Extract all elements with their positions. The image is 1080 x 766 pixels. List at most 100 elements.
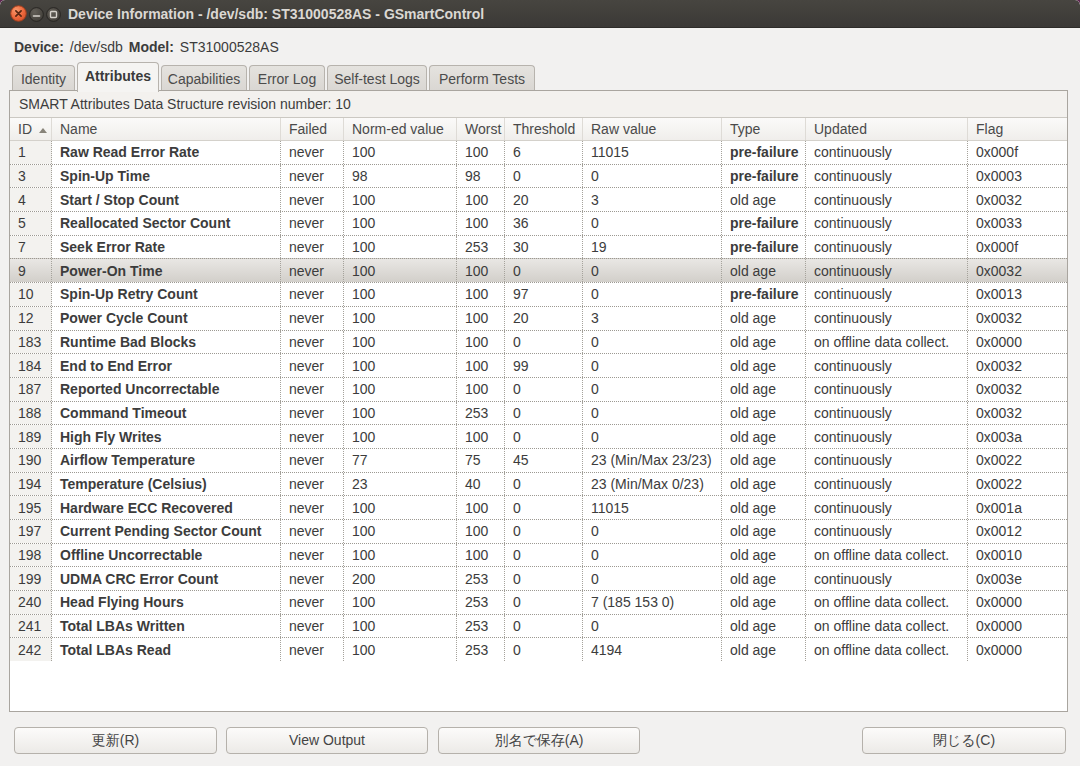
column-header-type[interactable]: Type (722, 118, 806, 140)
cell-flag: 0x0000 (968, 591, 1067, 614)
column-header-flag[interactable]: Flag (968, 118, 1067, 140)
column-header-threshold[interactable]: Threshold (505, 118, 583, 140)
cell-type: old age (722, 567, 806, 590)
cell-flag: 0x0033 (968, 212, 1067, 235)
column-header-updated[interactable]: Updated (806, 118, 968, 140)
cell-normed_value: 100 (344, 496, 457, 519)
cell-normed_value: 77 (344, 449, 457, 472)
attribute-row-187[interactable]: 187Reported Uncorrectablenever10010000ol… (10, 377, 1067, 401)
cell-name: High Fly Writes (52, 425, 281, 448)
cell-updated: on offline data collect. (806, 591, 968, 614)
attribute-row-1[interactable]: 1Raw Read Error Ratenever100100611015pre… (10, 141, 1067, 164)
attribute-row-190[interactable]: 190Airflow Temperaturenever77754523 (Min… (10, 448, 1067, 472)
close-window-icon[interactable] (10, 5, 27, 25)
cell-threshold: 0 (505, 259, 583, 282)
column-header-norm-ed-value[interactable]: Norm-ed value (344, 118, 457, 140)
cell-updated: continuously (806, 188, 968, 211)
cell-threshold: 20 (505, 307, 583, 330)
cell-type: old age (722, 188, 806, 211)
cell-failed: never (281, 354, 344, 377)
cell-flag: 0x0000 (968, 638, 1067, 661)
cell-normed_value: 100 (344, 402, 457, 425)
attribute-row-184[interactable]: 184End to End Errornever100100990old age… (10, 353, 1067, 377)
column-header-worst[interactable]: Worst (457, 118, 505, 140)
cell-flag: 0x001a (968, 496, 1067, 519)
cell-id: 241 (10, 615, 52, 638)
cell-worst: 253 (457, 591, 505, 614)
cell-worst: 100 (457, 354, 505, 377)
attribute-row-5[interactable]: 5Reallocated Sector Countnever100100360p… (10, 211, 1067, 235)
maximize-window-icon[interactable] (46, 7, 61, 25)
tab-perform-tests[interactable]: Perform Tests (429, 65, 535, 91)
cell-flag: 0x0032 (968, 354, 1067, 377)
column-header-id[interactable]: ID (10, 118, 52, 140)
cell-id: 195 (10, 496, 52, 519)
tab-error-log[interactable]: Error Log (249, 65, 325, 91)
cell-normed_value: 100 (344, 544, 457, 567)
attribute-row-10[interactable]: 10Spin-Up Retry Countnever100100970pre-f… (10, 282, 1067, 306)
cell-raw_value: 0 (583, 165, 722, 188)
close-button[interactable]: 閉じる(C) (862, 727, 1066, 754)
save-as-button[interactable]: 別名で保存(A) (438, 727, 640, 754)
cell-updated: continuously (806, 259, 968, 282)
table-header: IDNameFailedNorm-ed valueWorstThresholdR… (10, 117, 1067, 141)
attribute-row-183[interactable]: 183Runtime Bad Blocksnever10010000old ag… (10, 330, 1067, 354)
attribute-row-199[interactable]: 199UDMA CRC Error Countnever20025300old … (10, 566, 1067, 590)
view-output-button[interactable]: View Output (226, 727, 428, 754)
cell-updated: continuously (806, 236, 968, 259)
cell-threshold: 0 (505, 638, 583, 661)
cell-raw_value: 0 (583, 354, 722, 377)
attribute-row-241[interactable]: 241Total LBAs Writtennever10025300old ag… (10, 614, 1067, 638)
cell-name: Seek Error Rate (52, 236, 281, 259)
attribute-row-3[interactable]: 3Spin-Up Timenever989800pre-failureconti… (10, 164, 1067, 188)
refresh-button[interactable]: 更新(R) (14, 727, 217, 754)
cell-id: 12 (10, 307, 52, 330)
cell-name: UDMA CRC Error Count (52, 567, 281, 590)
cell-id: 187 (10, 378, 52, 401)
attribute-row-242[interactable]: 242Total LBAs Readnever10025304194old ag… (10, 637, 1067, 661)
cell-threshold: 99 (505, 354, 583, 377)
column-header-failed[interactable]: Failed (281, 118, 344, 140)
attribute-row-12[interactable]: 12Power Cycle Countnever100100203old age… (10, 306, 1067, 330)
minimize-window-icon[interactable] (29, 7, 44, 25)
cell-flag: 0x0013 (968, 283, 1067, 306)
cell-type: pre-failure (722, 212, 806, 235)
attribute-row-189[interactable]: 189High Fly Writesnever10010000old ageco… (10, 424, 1067, 448)
cell-normed_value: 100 (344, 212, 457, 235)
cell-type: pre-failure (722, 283, 806, 306)
column-header-name[interactable]: Name (52, 118, 281, 140)
cell-raw_value: 0 (583, 520, 722, 543)
cell-failed: never (281, 425, 344, 448)
cell-updated: continuously (806, 307, 968, 330)
attribute-row-9[interactable]: 9Power-On Timenever10010000old agecontin… (10, 258, 1067, 282)
cell-normed_value: 98 (344, 165, 457, 188)
tab-self-test-logs[interactable]: Self-test Logs (327, 65, 427, 91)
attribute-row-195[interactable]: 195Hardware ECC Recoverednever1001000110… (10, 495, 1067, 519)
cell-normed_value: 100 (344, 638, 457, 661)
tab-capabilities[interactable]: Capabilities (161, 65, 247, 91)
attribute-row-188[interactable]: 188Command Timeoutnever10025300old ageco… (10, 401, 1067, 425)
attribute-row-7[interactable]: 7Seek Error Ratenever1002533019pre-failu… (10, 235, 1067, 259)
attribute-row-4[interactable]: 4Start / Stop Countnever100100203old age… (10, 187, 1067, 211)
attribute-row-198[interactable]: 198Offline Uncorrectablenever10010000old… (10, 543, 1067, 567)
tab-identity[interactable]: Identity (12, 65, 75, 91)
cell-failed: never (281, 496, 344, 519)
cell-failed: never (281, 141, 344, 164)
cell-threshold: 36 (505, 212, 583, 235)
cell-failed: never (281, 212, 344, 235)
cell-threshold: 45 (505, 449, 583, 472)
column-header-raw-value[interactable]: Raw value (583, 118, 722, 140)
cell-type: pre-failure (722, 165, 806, 188)
cell-failed: never (281, 638, 344, 661)
cell-failed: never (281, 165, 344, 188)
cell-raw_value: 0 (583, 544, 722, 567)
window-title: Device Information - /dev/sdb: ST3100052… (68, 0, 484, 28)
cell-worst: 100 (457, 378, 505, 401)
tab-attributes[interactable]: Attributes (77, 62, 159, 92)
attribute-row-197[interactable]: 197Current Pending Sector Countnever1001… (10, 519, 1067, 543)
cell-threshold: 0 (505, 520, 583, 543)
cell-name: Power-On Time (52, 259, 281, 282)
cell-name: Spin-Up Time (52, 165, 281, 188)
attribute-row-240[interactable]: 240Head Flying Hoursnever10025307 (185 1… (10, 590, 1067, 614)
attribute-row-194[interactable]: 194Temperature (Celsius)never2340023 (Mi… (10, 472, 1067, 496)
